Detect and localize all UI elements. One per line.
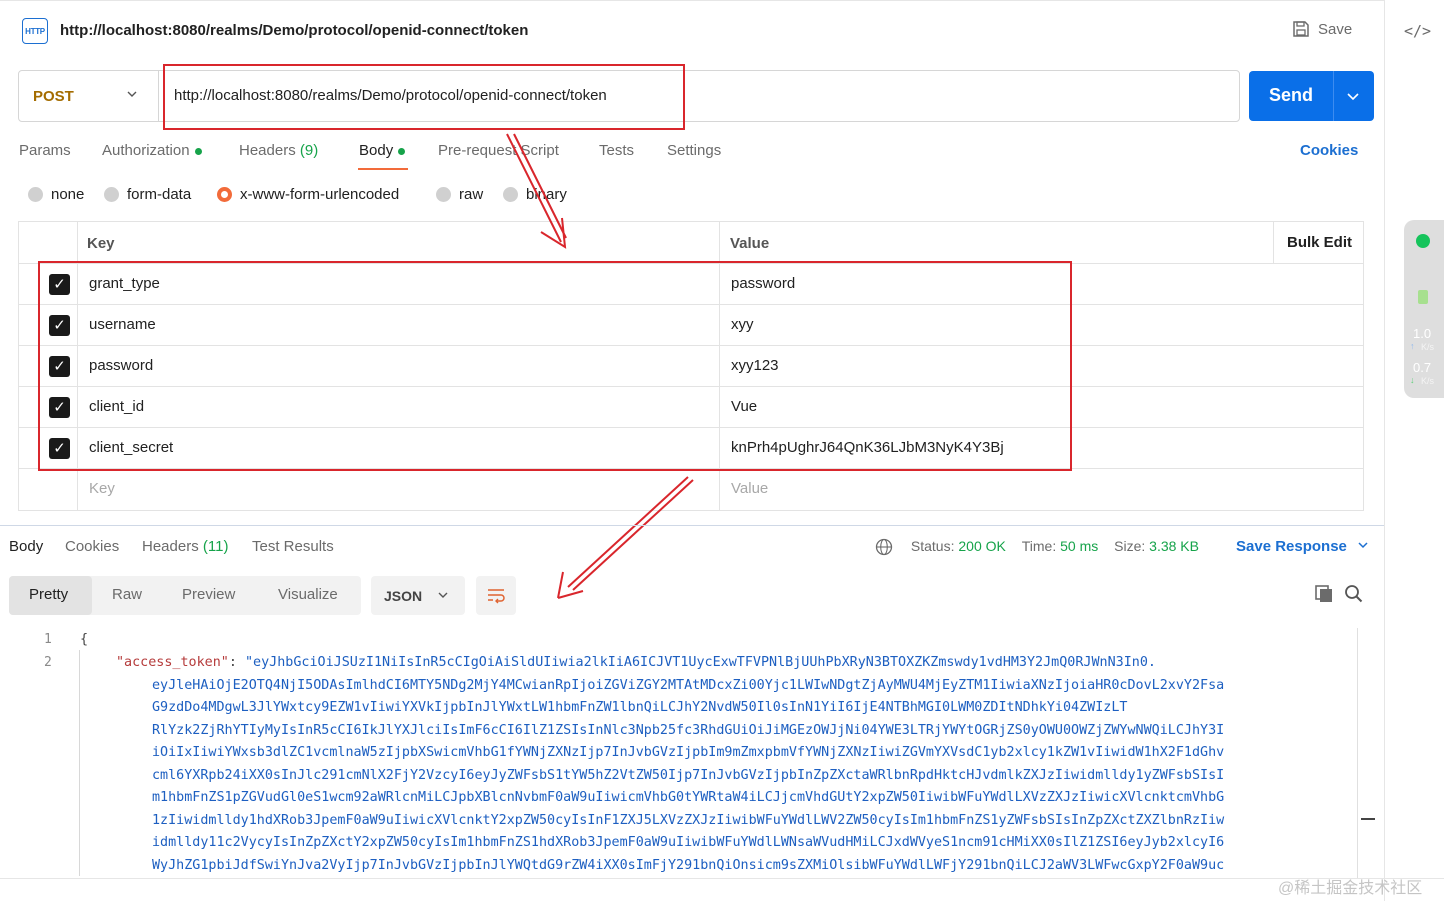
upload-speed: 1.0 <box>1413 326 1432 341</box>
json-wrapped-line: m1hbmFnZS1pZGVudGl0eS1wcm92aWRlcnMiLCJpb… <box>152 790 1225 805</box>
json-open-brace: { <box>80 632 89 647</box>
resp-tab-cookies[interactable]: Cookies <box>65 538 119 555</box>
format-visualize[interactable]: Visualize <box>278 586 338 603</box>
download-speed: 0.7 <box>1413 360 1432 375</box>
network-speed-widget[interactable]: 1.0 ↑ K/s 0.7 ↓ K/s <box>1404 220 1444 398</box>
language-label: JSON <box>384 588 423 604</box>
vertical-scrollbar[interactable] <box>1357 628 1358 878</box>
status-value[interactable]: 200 OK <box>958 538 1005 554</box>
resp-tab-headers[interactable]: Headers (11) <box>142 538 228 555</box>
response-meta: Status: 200 OK Time: 50 ms Size: 3.38 KB <box>875 538 1199 556</box>
json-line: "access_token": "eyJhbGciOiJSUzI1NiIsInR… <box>116 655 1156 670</box>
wrap-lines-icon <box>488 589 505 604</box>
search-icon[interactable] <box>1344 584 1364 604</box>
json-token-part: "eyJhbGciOiJSUzI1NiIsInR5cCIgOiAiSldUIiw… <box>245 655 1156 670</box>
copy-icon[interactable] <box>1314 584 1334 604</box>
download-arrow-icon: ↓ <box>1410 375 1415 385</box>
format-toggle-group: Pretty Raw Preview Visualize <box>9 576 361 615</box>
chevron-down-icon <box>438 592 448 598</box>
size-value[interactable]: 3.38 KB <box>1149 538 1199 554</box>
json-wrapped-line: RlYzk2ZjRhYTIyMyIsInR5cCI6IkJlYXJlciIsIm… <box>152 723 1225 738</box>
time-value[interactable]: 50 ms <box>1060 538 1098 554</box>
json-wrapped-line: idmlldy11c2VycyIsInZpZXctY2xpZW50cyIsIm1… <box>152 835 1225 850</box>
json-wrapped-line: cml6YXRpb24iXX0sInJlc291cmNlX2FjY2VzcyI6… <box>152 768 1225 783</box>
response-divider <box>0 525 1384 526</box>
scroll-indicator[interactable] <box>1361 818 1375 820</box>
status-label: Status: <box>910 538 955 554</box>
status-dot-icon <box>1416 234 1430 248</box>
format-pretty[interactable]: Pretty <box>29 586 68 603</box>
json-wrapped-line: 1zIiwidmlldy1hdXRob3JpemF0aW9uIiwicXVlcn… <box>152 813 1225 828</box>
size-label: Size: <box>1114 538 1146 554</box>
watermark: @稀土掘金技术社区 <box>1278 880 1423 897</box>
time-label: Time: <box>1021 538 1057 554</box>
save-response-button[interactable]: Save Response <box>1236 538 1369 555</box>
json-wrapped-line: iOiIxIiwiYWxsb3dlZC1vcmlnaW5zIjpbXSwicmV… <box>152 745 1225 760</box>
status-bar <box>0 878 1444 901</box>
json-colon: : <box>228 655 245 670</box>
response-body-viewer[interactable]: 1 2 { "access_token": "eyJhbGciOiJSUzI1N… <box>0 626 1360 876</box>
download-unit: K/s <box>1421 376 1435 386</box>
wrap-lines-button[interactable] <box>476 576 516 615</box>
json-wrapped-line: G9zdDo4MDgwL3JlYWxtcy9EZW1vIiwiYXVkIjpbI… <box>152 700 1128 715</box>
format-preview[interactable]: Preview <box>182 586 235 603</box>
resp-tab-test-results[interactable]: Test Results <box>252 538 334 555</box>
battery-icon <box>1418 290 1428 304</box>
json-wrapped-line: eyJleHAiOjE2OTQ4NjI5ODAsImlhdCI6MTY5NDg2… <box>152 678 1225 693</box>
resp-tab-body[interactable]: Body <box>9 538 43 555</box>
save-response-label: Save Response <box>1236 538 1347 555</box>
format-raw[interactable]: Raw <box>112 586 142 603</box>
resp-headers-label: Headers <box>142 538 199 555</box>
upload-arrow-icon: ↑ <box>1410 341 1415 351</box>
json-key: "access_token" <box>116 655 229 670</box>
line-number: 2 <box>44 655 52 670</box>
line-number: 1 <box>44 632 52 647</box>
chevron-down-icon <box>1358 542 1368 549</box>
json-wrapped-line: WyJhZG1pbiJdfSwiYnJva2VyIjp7InJvbGVzIjpb… <box>152 858 1225 873</box>
resp-headers-count: (11) <box>202 538 229 555</box>
language-select[interactable]: JSON <box>371 576 465 615</box>
globe-icon[interactable] <box>875 538 893 556</box>
upload-unit: K/s <box>1421 342 1435 352</box>
